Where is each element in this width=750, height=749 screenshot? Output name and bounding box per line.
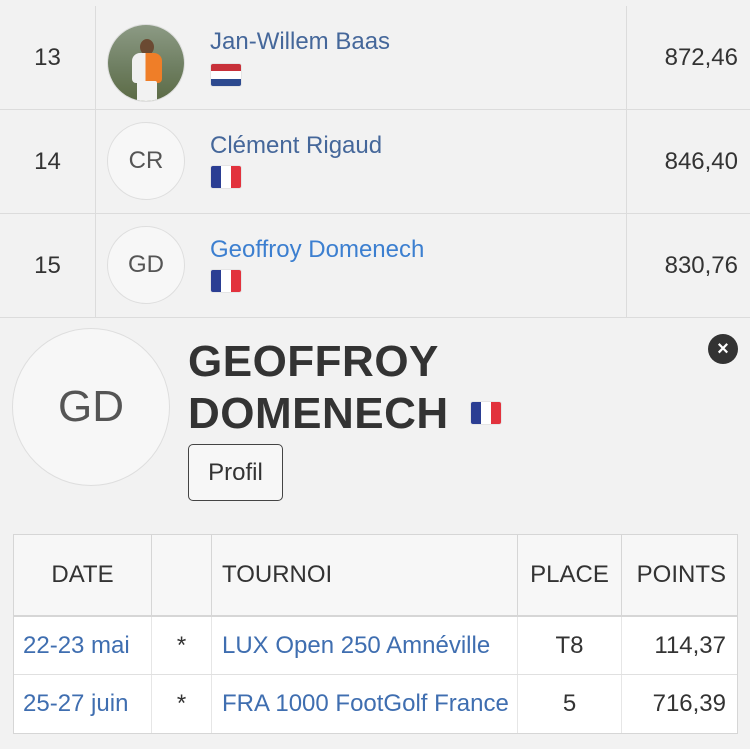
result-tournament-link[interactable]: FRA 1000 FootGolf France	[222, 690, 517, 718]
close-icon[interactable]: ×	[708, 334, 738, 364]
result-date-link[interactable]: 22-23 mai	[14, 617, 152, 674]
rank-number: 14	[0, 110, 96, 213]
result-tournament-cell: LUX Open 250 Amnéville	[212, 617, 518, 674]
player-last-name: DOMENECH	[188, 389, 449, 438]
result-tournament-cell: FRA 1000 FootGolf France	[212, 675, 518, 733]
avatar: CR	[107, 122, 185, 200]
avatar: GD	[107, 226, 185, 304]
avatar	[107, 24, 185, 102]
player-full-name: GEOFFROY DOMENECH	[188, 336, 449, 440]
profile-button[interactable]: Profil	[188, 444, 283, 501]
player-points: 846,40	[626, 110, 750, 213]
player-name-link[interactable]: Clément Rigaud	[210, 132, 382, 160]
player-name-link[interactable]: Geoffroy Domenech	[210, 236, 424, 264]
column-header-tournament[interactable]: TOURNOI	[212, 535, 518, 615]
result-date-link[interactable]: 25-27 juin	[14, 675, 152, 733]
rank-number: 13	[0, 6, 96, 109]
result-star: *	[152, 675, 212, 733]
player-points: 872,46	[626, 6, 750, 109]
table-header-row: DATE TOURNOI PLACE POINTS	[14, 535, 737, 617]
results-table: DATE TOURNOI PLACE POINTS 22-23 mai * LU…	[13, 534, 738, 734]
france-flag-icon	[211, 270, 241, 292]
column-header-date[interactable]: DATE	[14, 535, 152, 615]
player-points: 830,76	[626, 214, 750, 317]
netherlands-flag-icon	[211, 64, 241, 86]
ranking-row[interactable]: 13 Jan-Willem Baas 872,46	[0, 6, 750, 110]
player-first-name: GEOFFROY	[188, 337, 439, 386]
result-star: *	[152, 617, 212, 674]
table-row[interactable]: 25-27 juin * FRA 1000 FootGolf France 5 …	[14, 675, 737, 733]
column-header-points[interactable]: POINTS	[622, 535, 737, 615]
player-name-link[interactable]: Jan-Willem Baas	[210, 28, 390, 56]
player-detail-panel: GD GEOFFROY DOMENECH × Profil DATE TOURN…	[0, 318, 750, 749]
result-points: 114,37	[654, 631, 726, 659]
table-row[interactable]: 22-23 mai * LUX Open 250 Amnéville T8 11…	[14, 617, 737, 675]
ranking-row[interactable]: 15 GD Geoffroy Domenech 830,76	[0, 214, 750, 318]
ranking-row[interactable]: 14 CR Clément Rigaud 846,40	[0, 110, 750, 214]
player-photo	[108, 25, 184, 101]
result-points: 716,39	[652, 690, 726, 717]
rank-number: 15	[0, 214, 96, 317]
france-flag-icon	[471, 402, 501, 424]
avatar-large: GD	[12, 328, 170, 486]
result-place: T8	[518, 617, 622, 674]
column-header-place[interactable]: PLACE	[518, 535, 622, 615]
result-tournament-link[interactable]: LUX Open 250 Amnéville	[222, 632, 517, 660]
column-header-star	[152, 535, 212, 615]
result-place: 5	[518, 675, 622, 733]
france-flag-icon	[211, 166, 241, 188]
